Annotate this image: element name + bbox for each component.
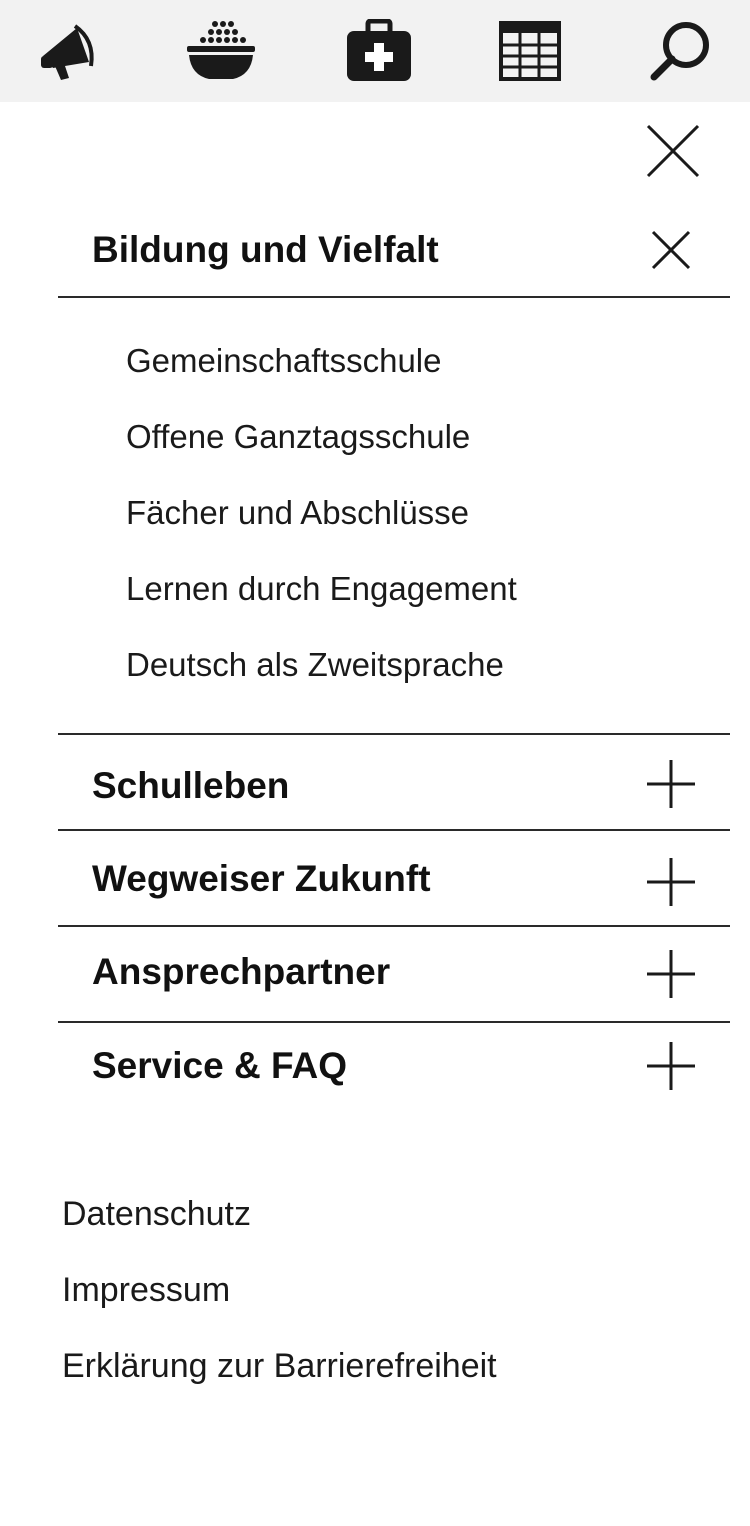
section-title: Service & FAQ	[92, 1045, 348, 1086]
calendar-grid-icon[interactable]	[492, 16, 568, 86]
submenu-item-offene-ganztagsschule[interactable]: Offene Ganztagsschule	[126, 418, 470, 456]
footer-link-impressum[interactable]: Impressum	[62, 1271, 230, 1310]
submenu-item-deutsch-als-zweitsprache[interactable]: Deutsch als Zweitsprache	[126, 646, 504, 684]
menu-section-bildung-und-vielfalt[interactable]: Bildung und Vielfalt	[58, 205, 730, 299]
close-icon	[651, 230, 691, 275]
section-title: Bildung und Vielfalt	[92, 229, 439, 270]
menu-section-wegweiser-zukunft[interactable]: Wegweiser Zukunft	[58, 831, 730, 925]
expand-toggle[interactable]	[638, 753, 704, 819]
menu-section-service-faq[interactable]: Service & FAQ	[58, 1023, 730, 1117]
section-title: Wegweiser Zukunft	[92, 858, 431, 899]
food-bowl-icon[interactable]	[183, 16, 259, 86]
submenu-item-gemeinschaftsschule[interactable]: Gemeinschaftsschule	[126, 342, 441, 380]
plus-icon	[646, 949, 696, 1004]
menu-section-schulleben[interactable]: Schulleben	[58, 735, 730, 829]
submenu-item-lernen-durch-engagement[interactable]: Lernen durch Engagement	[126, 570, 517, 608]
search-icon[interactable]	[642, 16, 718, 86]
plus-icon	[646, 1041, 696, 1096]
expand-toggle[interactable]	[638, 1035, 704, 1101]
expand-toggle[interactable]	[638, 851, 704, 917]
megaphone-icon[interactable]	[30, 16, 106, 86]
menu-section-ansprechpartner[interactable]: Ansprechpartner	[58, 927, 730, 1021]
submenu-item-faecher-und-abschluesse[interactable]: Fächer und Abschlüsse	[126, 494, 469, 532]
top-toolbar	[0, 0, 750, 102]
footer-link-datenschutz[interactable]: Datenschutz	[62, 1195, 251, 1234]
collapse-toggle[interactable]	[638, 219, 704, 285]
section-title: Schulleben	[92, 765, 290, 806]
menu-close-button[interactable]	[638, 118, 708, 188]
expand-toggle[interactable]	[638, 943, 704, 1009]
plus-icon	[646, 759, 696, 814]
first-aid-kit-icon[interactable]	[341, 16, 417, 86]
footer-link-barrierefreiheit[interactable]: Erklärung zur Barrierefreiheit	[62, 1347, 497, 1386]
close-icon	[646, 124, 700, 183]
section-title: Ansprechpartner	[92, 951, 391, 992]
plus-icon	[646, 857, 696, 912]
divider	[58, 296, 730, 298]
